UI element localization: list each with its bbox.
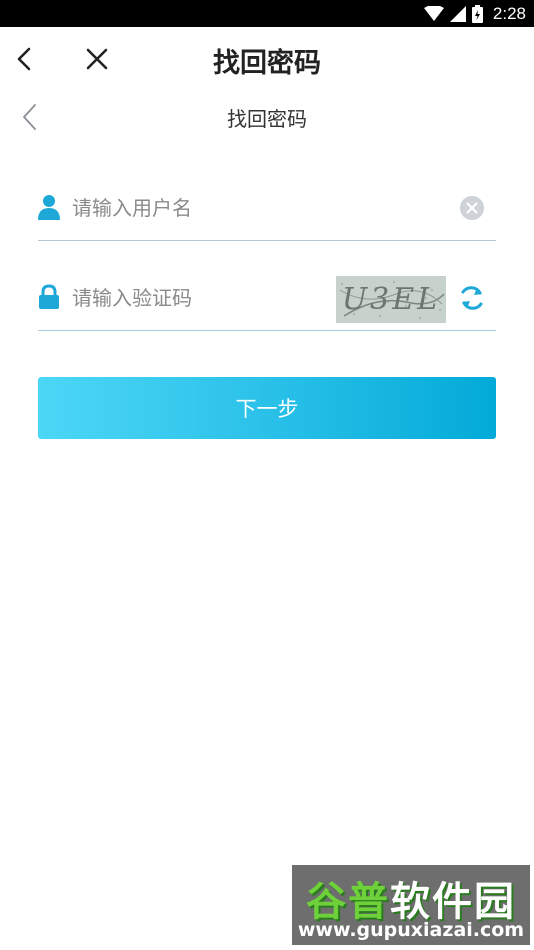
battery-icon bbox=[471, 4, 483, 23]
lock-icon bbox=[39, 284, 59, 309]
clear-circle-icon[interactable] bbox=[460, 196, 484, 220]
username-row bbox=[38, 176, 496, 241]
next-button[interactable]: 下一步 bbox=[38, 377, 496, 439]
refresh-icon[interactable] bbox=[458, 283, 486, 313]
page-title: 找回密码 bbox=[227, 107, 307, 131]
signal-icon bbox=[449, 5, 466, 22]
status-time: 2:28 bbox=[492, 3, 526, 23]
watermark-url: www.gupuxiazai.com bbox=[297, 919, 525, 941]
captcha-graphic: U3EL bbox=[336, 276, 446, 323]
captcha-input[interactable] bbox=[72, 280, 322, 316]
app-header: 找回密码 bbox=[0, 27, 534, 91]
watermark: 谷普软件园 www.gupuxiazai.com bbox=[292, 865, 530, 945]
wifi-icon bbox=[423, 5, 444, 21]
user-icon bbox=[38, 195, 60, 220]
status-icons: 2:28 bbox=[423, 3, 526, 24]
app-title: 找回密码 bbox=[213, 48, 321, 79]
captcha-row: U3EL bbox=[38, 266, 496, 331]
captcha-image[interactable]: U3EL bbox=[336, 276, 446, 323]
captcha-text: U3EL bbox=[342, 282, 440, 317]
status-bar: 2:28 bbox=[0, 0, 534, 27]
username-input[interactable] bbox=[72, 190, 452, 226]
page-header: 找回密码 bbox=[0, 95, 534, 139]
